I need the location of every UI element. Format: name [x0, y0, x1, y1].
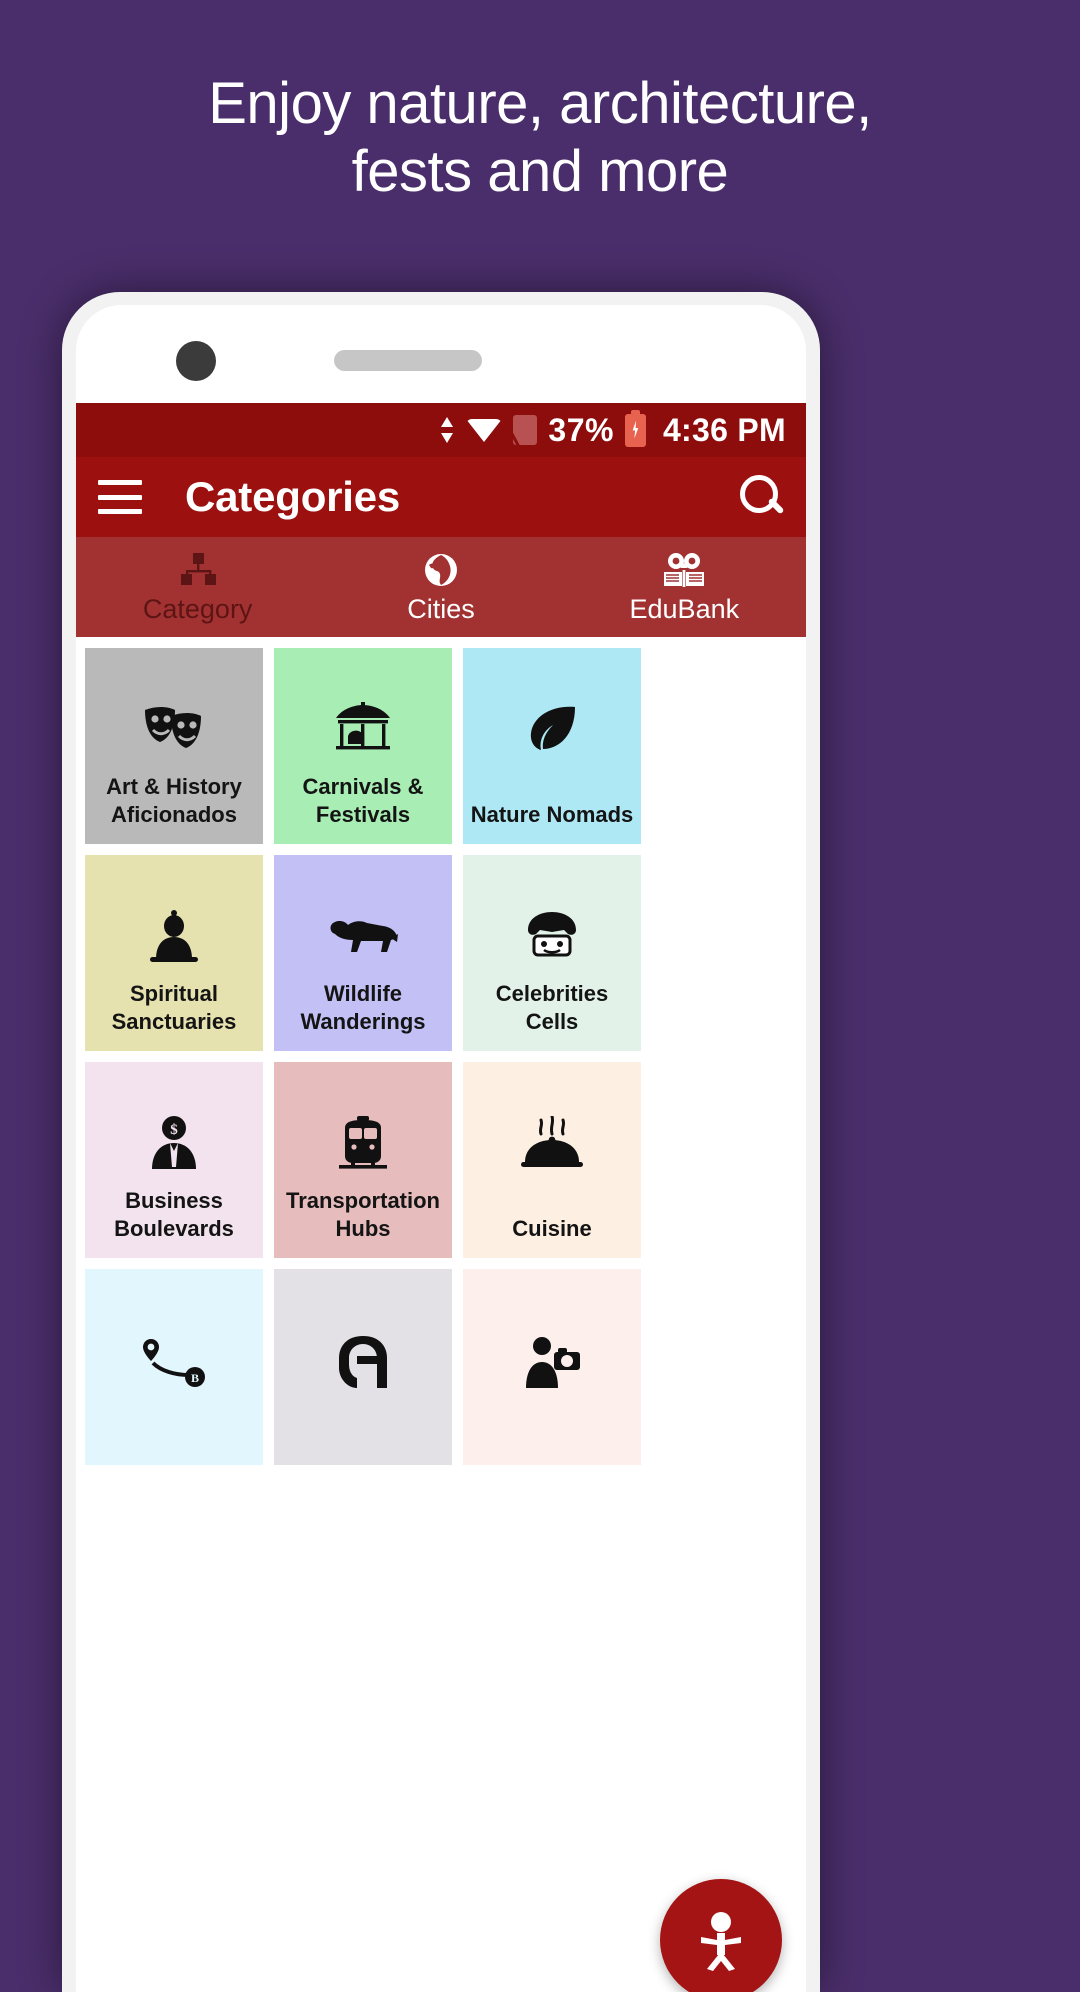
headline-line-1: Enjoy nature, architecture,: [208, 71, 872, 136]
owl-book-icon: [662, 550, 706, 590]
celebrity-icon: [463, 901, 641, 971]
tile-label: Business Boulevards: [114, 1188, 234, 1241]
route-pin-icon: B: [85, 1327, 263, 1397]
tile-photographer[interactable]: [463, 1269, 641, 1465]
battery-charging-icon: [624, 409, 646, 447]
phone-mockup: 37% 4:36 PM Categories Category Cities E…: [62, 292, 820, 1992]
tile-cuisine[interactable]: Cuisine: [463, 1062, 641, 1258]
buddha-icon: [85, 901, 263, 971]
phone-hardware-bar: [76, 305, 806, 403]
tile-label: Art & History Aficionados: [106, 774, 242, 827]
train-icon: [274, 1108, 452, 1178]
wifi-icon: [466, 417, 503, 443]
tab-cities[interactable]: Cities: [319, 537, 562, 637]
tab-label-edubank: EduBank: [629, 593, 740, 624]
front-camera-icon: [176, 341, 216, 381]
status-bar: 37% 4:36 PM: [76, 403, 806, 457]
tab-category[interactable]: Category: [76, 537, 319, 637]
page-title: Categories: [185, 473, 401, 520]
search-icon[interactable]: [736, 473, 784, 521]
tile-label: Cuisine: [512, 1215, 592, 1241]
tile-art-history[interactable]: Art & History Aficionados: [85, 648, 263, 844]
updown-arrows-icon: [439, 417, 455, 443]
tile-label: Carnivals & Festivals: [302, 774, 424, 827]
earpiece-speaker: [334, 350, 482, 371]
svg-text:$: $: [170, 1122, 178, 1138]
tile-route[interactable]: B: [85, 1269, 263, 1465]
lion-icon: [274, 901, 452, 971]
tile-celebrities-cells[interactable]: Celebrities Cells: [463, 855, 641, 1051]
add-person-fab[interactable]: [660, 1879, 782, 1992]
phone-screen-bezel: 37% 4:36 PM Categories Category Cities E…: [76, 305, 806, 1992]
sitemap-icon: [179, 550, 217, 590]
status-time-label: 4:36 PM: [662, 411, 786, 448]
tile-spartan[interactable]: [274, 1269, 452, 1465]
tile-label: Transportation Hubs: [285, 1188, 440, 1241]
sim-off-icon: [513, 415, 538, 445]
battery-percent-label: 37%: [548, 411, 614, 448]
businessman-icon: $: [85, 1108, 263, 1178]
person-add-icon: [701, 1912, 741, 1971]
leaf-icon: [463, 694, 641, 764]
svg-text:B: B: [191, 1371, 199, 1385]
tile-business-boulevards[interactable]: $ Business Boulevards: [85, 1062, 263, 1258]
app-toolbar: Categories: [76, 457, 806, 537]
tile-wildlife-wanderings[interactable]: Wildlife Wanderings: [274, 855, 452, 1051]
spartan-helmet-icon: [274, 1327, 452, 1397]
tile-nature-nomads[interactable]: Nature Nomads: [463, 648, 641, 844]
tile-label: Celebrities Cells: [495, 981, 609, 1034]
tile-label: Nature Nomads: [470, 801, 634, 827]
tab-bar: Category Cities EduBank: [76, 537, 806, 637]
app-screen: 37% 4:36 PM Categories Category Cities E…: [76, 403, 806, 1992]
photographer-icon: [463, 1327, 641, 1397]
promo-headline: Enjoy nature, architecture, fests and mo…: [0, 70, 1080, 207]
tile-spiritual-sanctuaries[interactable]: Spiritual Sanctuaries: [85, 855, 263, 1051]
category-grid: Art & History Aficionados Carnivals & Fe…: [76, 637, 806, 1465]
tile-label: Wildlife Wanderings: [300, 981, 426, 1034]
food-cloche-icon: [463, 1108, 641, 1178]
tile-label: Spiritual Sanctuaries: [111, 981, 237, 1034]
hamburger-menu-icon[interactable]: [98, 480, 142, 514]
tile-carnivals-festivals[interactable]: Carnivals & Festivals: [274, 648, 452, 844]
tile-transportation-hubs[interactable]: Transportation Hubs: [274, 1062, 452, 1258]
tab-label-cities: Cities: [407, 593, 475, 624]
tab-edubank[interactable]: EduBank: [563, 537, 806, 637]
globe-icon: [422, 550, 460, 590]
tab-label-category: Category: [142, 593, 253, 624]
theater-masks-icon: [85, 694, 263, 764]
headline-line-2: fests and more: [351, 139, 729, 205]
carousel-icon: [274, 694, 452, 764]
